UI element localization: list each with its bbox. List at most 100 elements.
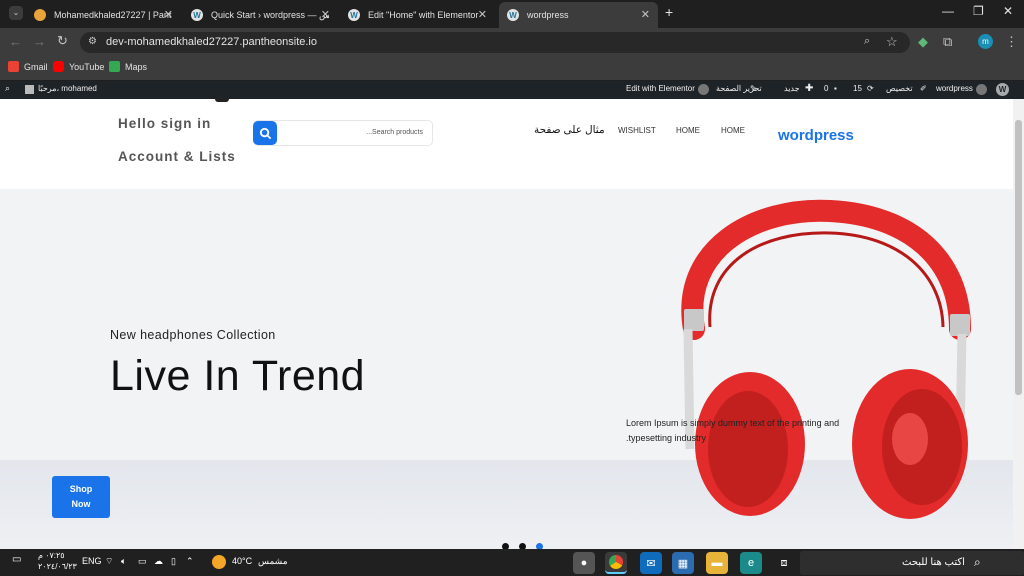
volume-icon[interactable]: 🔈︎ (121, 556, 126, 567)
brush-icon: ✐ (920, 84, 927, 93)
edit-with-elementor[interactable]: Edit with Elementor (626, 84, 695, 93)
bookmark-label: Gmail (24, 61, 48, 72)
avatar (25, 85, 34, 94)
reload-icon[interactable]: ↻ (57, 33, 68, 49)
tab-search-icon[interactable]: ⌄ (9, 6, 23, 20)
shop-now-button[interactable]: Shop Now (52, 476, 110, 518)
zoom-icon[interactable]: ⌕ (864, 35, 870, 48)
explorer-app-icon[interactable]: ▬ (706, 552, 728, 574)
wordpress-logo-icon[interactable]: W (996, 83, 1009, 96)
edge-app-icon[interactable]: e (740, 552, 762, 574)
elementor-icon (698, 84, 709, 95)
weather-temp[interactable]: 40°C (232, 556, 252, 566)
close-window-icon[interactable]: ✕ (1003, 4, 1013, 18)
language-indicator[interactable]: ENG (82, 556, 102, 566)
hello-sign-in[interactable]: Hello sign in (118, 116, 211, 131)
tab-title: Quick Start › wordpress — ريس (211, 9, 329, 20)
extensions-puzzle-icon[interactable]: ⧉ (943, 34, 952, 50)
new-content[interactable]: جديد (784, 84, 800, 93)
new-tab-button[interactable]: + (665, 4, 673, 20)
tab-elementor[interactable]: W Edit "Home" with Elementor ✕ (340, 2, 495, 28)
bookmark-label: Maps (125, 61, 148, 72)
clock-time[interactable]: ٠٧:٢٥ م (38, 551, 65, 560)
youtube-icon (53, 61, 64, 72)
hero-description: Lorem Ipsum is simply dummy text of the … (626, 418, 840, 443)
wordpress-icon: W (348, 9, 360, 21)
comments-count[interactable]: 0 (824, 84, 828, 93)
bookmark-label: YouTube (69, 61, 105, 72)
menu-icon[interactable]: ⋮ (1005, 34, 1018, 50)
shop-now-line1: Shop (69, 484, 93, 494)
bookmark-star-icon[interactable]: ☆ (886, 34, 898, 50)
bookmark-gmail[interactable]: Gmail (8, 61, 48, 72)
edit-pencil-icon: ✎ (750, 84, 757, 93)
tab-pantheon[interactable]: Mohamedkhaled27227 | Panthe ✕ (26, 2, 181, 28)
pantheon-icon (34, 9, 46, 21)
bookmark-maps[interactable]: Maps (109, 61, 147, 72)
shop-now-line2: Now (71, 499, 91, 509)
network-icon[interactable]: ☁︎ (154, 556, 163, 567)
wordpress-icon: W (191, 9, 203, 21)
header-logo-fragment (215, 98, 229, 102)
taskbar-search-text[interactable]: اكتب هنا للبحث (902, 557, 965, 568)
updates-count[interactable]: 15 (853, 84, 862, 93)
wordpress-icon: W (507, 9, 519, 21)
extension-icon[interactable]: ◆ (918, 34, 928, 50)
task-view-icon[interactable]: ⧈ (773, 552, 795, 574)
updates-icon: ⟳ (867, 84, 874, 93)
wifi-icon[interactable]: ⌔ (105, 556, 113, 567)
close-icon[interactable]: ✕ (641, 8, 650, 21)
bookmark-youtube[interactable]: YouTube (53, 61, 104, 72)
hero-headline: Live In Trend (110, 352, 366, 400)
headphones-image (681, 199, 971, 519)
nav-sample-page[interactable]: مثال على صفحة (534, 124, 605, 136)
url-text[interactable]: dev-mohamedkhaled27227.pantheonsite.io (106, 36, 317, 48)
account-lists[interactable]: Account & Lists (118, 149, 236, 164)
tab-quick-start[interactable]: W Quick Start › wordpress — ريس ✕ (183, 2, 338, 28)
close-icon[interactable]: ✕ (164, 8, 173, 21)
search-icon (259, 127, 271, 139)
close-icon[interactable]: ✕ (321, 8, 330, 21)
tab-title: Mohamedkhaled27227 | Panthe (54, 10, 172, 20)
clock-date[interactable]: ٢٠٢٤/٠٦/٢٣ (38, 562, 77, 571)
hero-subtitle: New headphones Collection (110, 328, 276, 342)
profile-avatar[interactable]: m (978, 34, 993, 49)
tray-chevron-icon[interactable]: ⌃ (186, 556, 194, 567)
tab-wordpress[interactable]: W wordpress ✕ (499, 2, 658, 28)
admin-greeting[interactable]: مرحبًا، mohamed (38, 84, 97, 93)
search-button[interactable] (253, 121, 277, 145)
admin-search-icon[interactable]: ⌕ (5, 83, 10, 94)
site-info-icon[interactable]: ⚙ (88, 36, 97, 47)
nav-home[interactable]: HOME (676, 126, 700, 135)
site-name[interactable]: wordpress (936, 84, 973, 93)
device-icon[interactable]: ▯ (171, 556, 176, 567)
taskbar-search-icon[interactable]: ⌕ (974, 555, 981, 570)
forward-icon[interactable]: → (33, 34, 46, 49)
minimize-icon[interactable]: — (942, 4, 954, 18)
comment-icon: ▪ (834, 84, 837, 93)
nav-wishlist[interactable]: WISHLIST (618, 126, 656, 135)
close-icon[interactable]: ✕ (478, 8, 487, 21)
bookmarks-bar (0, 56, 1024, 80)
notifications-icon[interactable]: ▭ (12, 554, 21, 565)
tab-title: wordpress (527, 10, 569, 20)
battery-icon[interactable]: ▭ (138, 556, 147, 567)
weather-text[interactable]: مشمس (258, 556, 288, 567)
sun-icon (212, 555, 226, 569)
obs-app-icon[interactable]: ● (573, 552, 595, 574)
site-brand[interactable]: wordpress (778, 127, 854, 144)
back-icon[interactable]: ← (9, 34, 22, 49)
plus-icon: ✚ (805, 83, 814, 94)
maximize-icon[interactable]: ❐ (973, 4, 984, 18)
mail-app-icon[interactable]: ✉ (640, 552, 662, 574)
nav-home-2[interactable]: HOME (721, 126, 745, 135)
gmail-icon (8, 61, 19, 72)
search-placeholder: ...Search products (366, 129, 423, 136)
customize[interactable]: تخصيص (886, 84, 913, 93)
scrollbar-thumb[interactable] (1015, 120, 1022, 395)
maps-icon (109, 61, 120, 72)
tab-title: Edit "Home" with Elementor (368, 10, 479, 20)
dashboard-icon (976, 84, 987, 95)
store-app-icon[interactable]: ▦ (672, 552, 694, 574)
chrome-app-icon[interactable] (605, 552, 627, 574)
